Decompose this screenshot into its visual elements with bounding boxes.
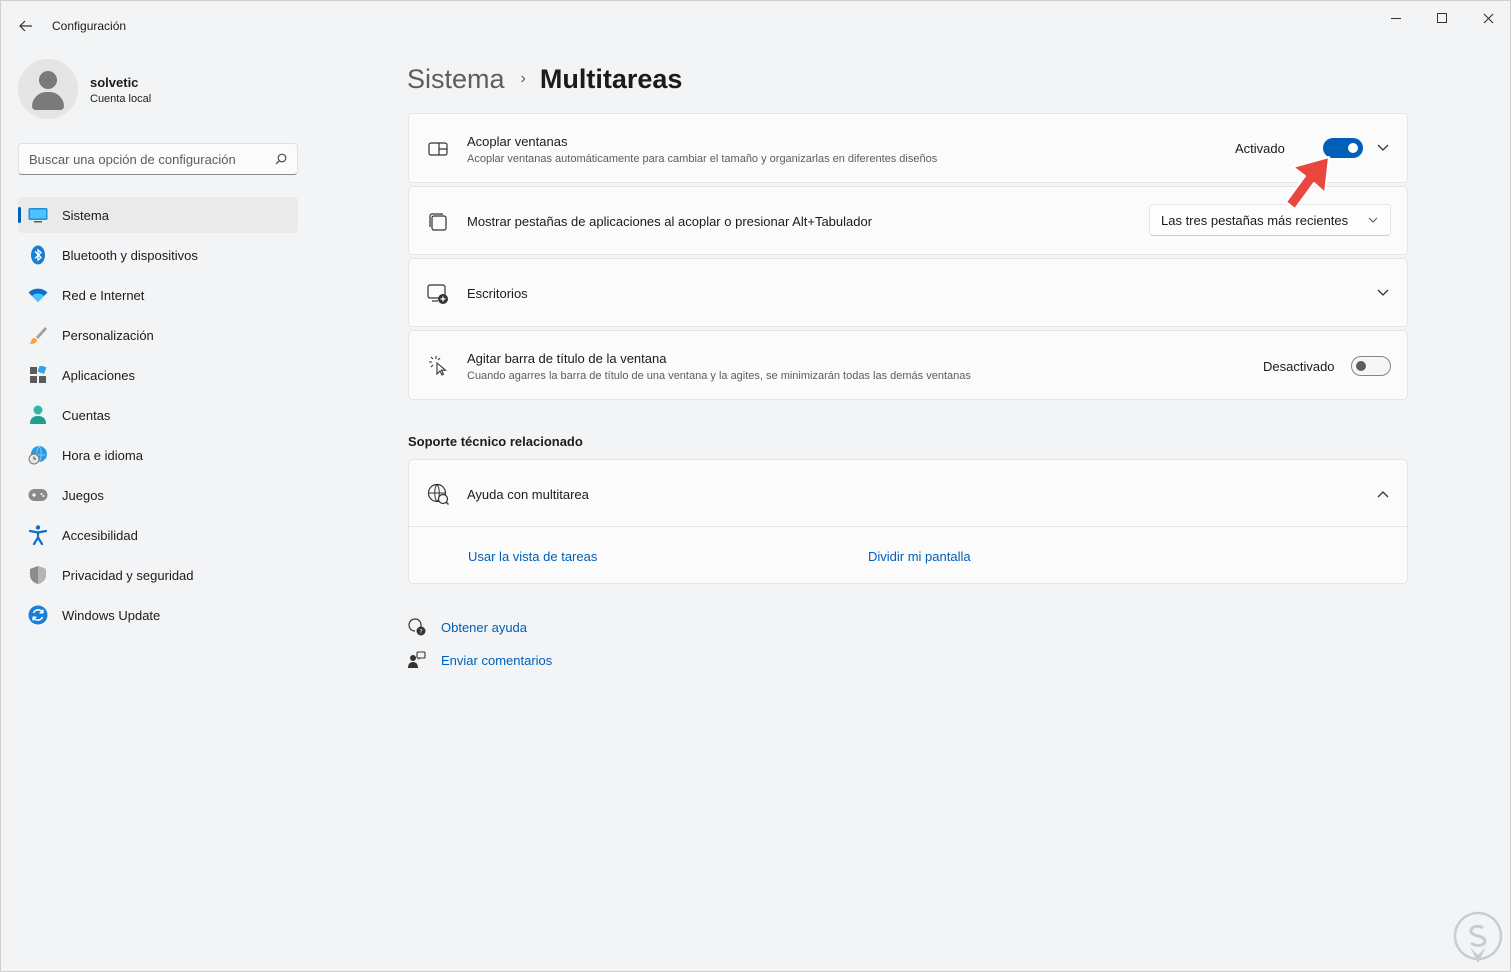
profile-account-type: Cuenta local <box>90 93 152 105</box>
settings-window: Configuración solvetic Cuenta local Sist… <box>0 0 1511 972</box>
sidebar-item-label: Hora e idioma <box>62 447 143 463</box>
title-bar: Configuración <box>1 1 1510 49</box>
snap-description: Acoplar ventanas automáticamente para ca… <box>467 153 938 165</box>
bluetooth-icon <box>28 245 48 265</box>
user-profile[interactable]: solvetic Cuenta local <box>18 59 298 119</box>
avatar-body <box>32 92 64 110</box>
avatar-head <box>39 71 57 89</box>
shake-title: Agitar barra de título de la ventana <box>467 351 667 366</box>
toggle-knob <box>1348 143 1358 153</box>
alt-tab-card: Mostrar pestañas de aplicaciones al acop… <box>408 186 1408 255</box>
back-arrow-icon <box>19 20 32 32</box>
back-button[interactable] <box>13 13 39 39</box>
page-title: Multitareas <box>539 63 683 94</box>
accessibility-icon <box>28 525 48 545</box>
sidebar-item-windows-update[interactable]: Windows Update <box>18 597 298 633</box>
search-icon[interactable] <box>275 153 287 165</box>
person-icon <box>28 405 48 425</box>
sidebar-item-apps[interactable]: Aplicaciones <box>18 357 298 393</box>
desktops-title: Escritorios <box>467 286 528 301</box>
feedback-link[interactable]: Enviar comentarios <box>441 653 552 668</box>
snap-layout-icon <box>427 138 449 160</box>
shake-cursor-icon <box>427 355 449 377</box>
wifi-icon <box>28 285 48 305</box>
sidebar-item-bluetooth[interactable]: Bluetooth y dispositivos <box>18 237 298 273</box>
sidebar-item-network[interactable]: Red e Internet <box>18 277 298 313</box>
shake-description: Cuando agarres la barra de título de una… <box>467 370 971 382</box>
maximize-icon <box>1437 13 1447 23</box>
get-help-link[interactable]: Obtener ayuda <box>441 620 527 635</box>
svg-text:?: ? <box>419 628 422 636</box>
breadcrumb-parent[interactable]: Sistema <box>407 64 505 95</box>
chevron-down-icon <box>1368 217 1378 223</box>
snap-toggle[interactable] <box>1323 138 1363 158</box>
window-tabs-icon <box>427 211 449 233</box>
snap-windows-card[interactable]: Acoplar ventanas Acoplar ventanas automá… <box>408 113 1408 183</box>
sidebar-item-label: Bluetooth y dispositivos <box>62 247 198 263</box>
close-button[interactable] <box>1465 1 1511 35</box>
toggle-knob <box>1356 361 1366 371</box>
sidebar-item-label: Aplicaciones <box>62 367 135 383</box>
shield-icon <box>28 565 48 585</box>
close-icon <box>1483 13 1493 23</box>
app-title: Configuración <box>52 19 127 33</box>
add-desktop-icon <box>427 283 449 305</box>
sidebar-item-label: Cuentas <box>62 407 111 423</box>
help-chat-icon: ? <box>407 617 427 637</box>
sidebar-item-label: Juegos <box>62 487 104 503</box>
sidebar-item-accessibility[interactable]: Accesibilidad <box>18 517 298 553</box>
avatar <box>18 59 78 119</box>
sidebar-item-label: Privacidad y seguridad <box>62 567 194 583</box>
alt-tab-selected-option: Las tres pestañas más recientes <box>1161 213 1349 228</box>
multitask-help-header[interactable]: Ayuda con multitarea <box>409 460 1407 527</box>
snap-title: Acoplar ventanas <box>467 134 568 149</box>
snap-state-label: Activado <box>1235 141 1285 156</box>
brush-icon <box>28 325 48 345</box>
shake-toggle[interactable] <box>1351 356 1391 376</box>
sidebar-item-gaming[interactable]: Juegos <box>18 477 298 513</box>
feedback-icon <box>407 650 427 670</box>
update-icon <box>28 605 48 625</box>
sidebar-item-accounts[interactable]: Cuentas <box>18 397 298 433</box>
sidebar-item-label: Red e Internet <box>62 287 145 303</box>
split-screen-link[interactable]: Dividir mi pantalla <box>868 549 971 564</box>
apps-icon <box>28 365 48 385</box>
alt-tab-dropdown[interactable]: Las tres pestañas más recientes <box>1149 204 1391 236</box>
sidebar-item-sistema[interactable]: Sistema <box>18 197 298 233</box>
multitask-help-title: Ayuda con multitarea <box>467 487 589 502</box>
chevron-up-icon[interactable] <box>1375 486 1391 502</box>
watermark-logo-icon <box>1453 911 1503 963</box>
sidebar-item-label: Windows Update <box>62 607 161 623</box>
chevron-down-icon[interactable] <box>1375 140 1391 156</box>
breadcrumb: Sistema › Multitareas <box>407 61 682 97</box>
sidebar-item-privacy[interactable]: Privacidad y seguridad <box>18 557 298 593</box>
search-input[interactable] <box>29 152 269 167</box>
feedback-row: Enviar comentarios <box>407 650 552 670</box>
clock-globe-icon <box>28 445 48 465</box>
gamepad-icon <box>28 485 48 505</box>
minimize-icon <box>1391 17 1401 19</box>
sidebar-item-label: Accesibilidad <box>62 527 138 543</box>
sidebar-item-label: Sistema <box>62 207 109 223</box>
desktops-card[interactable]: Escritorios <box>408 258 1408 327</box>
get-help-row: ? Obtener ayuda <box>407 617 527 637</box>
title-bar-shake-card: Agitar barra de título de la ventana Cua… <box>408 330 1408 400</box>
minimize-button[interactable] <box>1373 1 1419 35</box>
sidebar-item-personalization[interactable]: Personalización <box>18 317 298 353</box>
task-view-link[interactable]: Usar la vista de tareas <box>468 549 597 564</box>
chevron-down-icon[interactable] <box>1375 285 1391 301</box>
related-support-heading: Soporte técnico relacionado <box>408 434 583 449</box>
sidebar-item-label: Personalización <box>62 327 154 343</box>
alt-tab-title: Mostrar pestañas de aplicaciones al acop… <box>467 214 873 229</box>
shake-state-label: Desactivado <box>1263 359 1335 374</box>
sidebar-nav: Sistema Bluetooth y dispositivos Red e I… <box>18 197 298 637</box>
monitor-icon <box>28 205 48 225</box>
maximize-button[interactable] <box>1419 1 1465 35</box>
breadcrumb-separator-icon: › <box>520 70 526 87</box>
sidebar-item-time-language[interactable]: Hora e idioma <box>18 437 298 473</box>
profile-name: solvetic <box>90 75 139 90</box>
globe-help-icon <box>427 483 449 505</box>
search-box[interactable] <box>18 143 298 175</box>
multitask-help-card: Ayuda con multitarea Usar la vista de ta… <box>408 459 1408 584</box>
